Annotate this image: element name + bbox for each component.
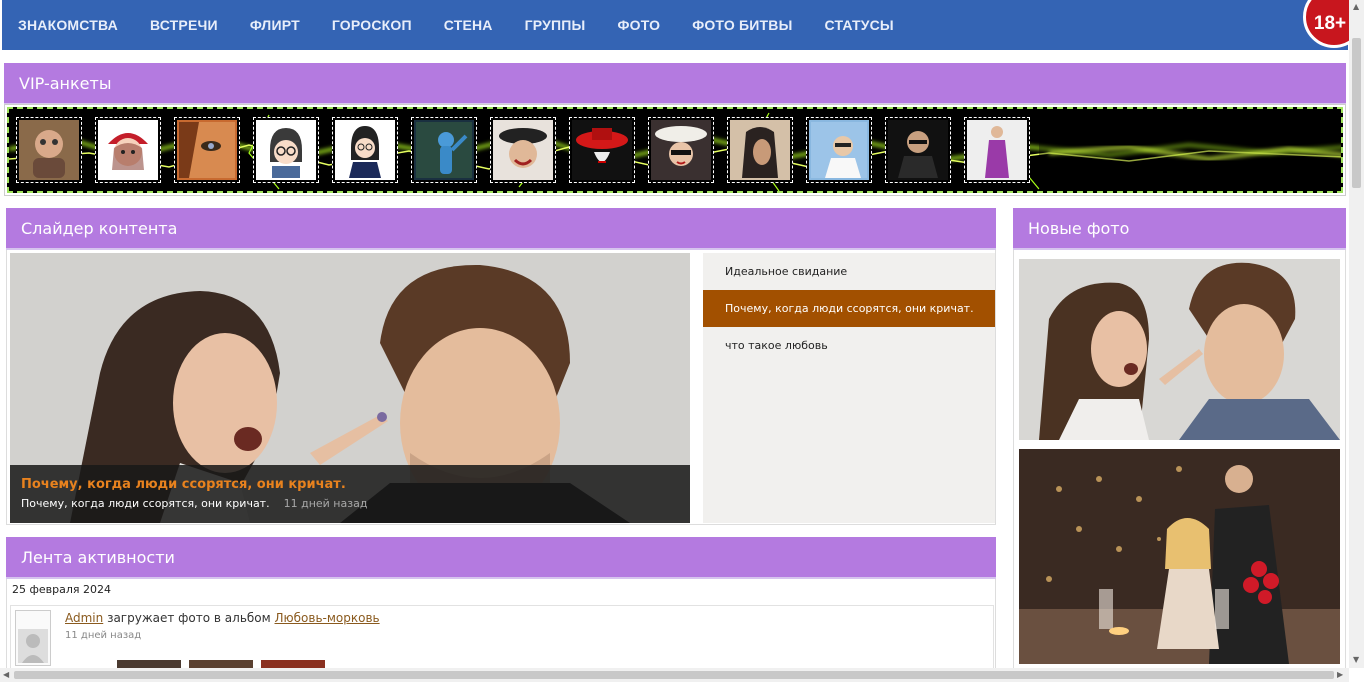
slider-item-what-is-love[interactable]: что такое любовь bbox=[703, 327, 995, 364]
vip-thumb-7[interactable] bbox=[490, 117, 556, 183]
vip-box bbox=[4, 104, 1346, 196]
slide-caption: Почему, когда люди ссорятся, они кричат.… bbox=[10, 465, 690, 523]
photos-title: Новые фото bbox=[1028, 218, 1130, 238]
horizontal-scrollbar[interactable]: ◀ ▶ bbox=[0, 668, 1349, 682]
activity-action: загружает фото в альбом bbox=[103, 611, 275, 625]
vertical-scrollbar[interactable]: ▲ ▼ bbox=[1349, 0, 1364, 668]
photo-couple-argue bbox=[1019, 259, 1340, 440]
avatar-icon bbox=[108, 133, 148, 170]
nav-item-photo-battles[interactable]: ФОТО БИТВЫ bbox=[692, 17, 792, 33]
avatar-icon bbox=[811, 122, 867, 178]
avatar-icon bbox=[179, 122, 235, 178]
avatar-icon bbox=[270, 128, 302, 178]
photo-restaurant-date bbox=[1019, 449, 1340, 664]
nav-item-groups[interactable]: ГРУППЫ bbox=[525, 17, 586, 33]
avatar-icon bbox=[576, 128, 628, 163]
vip-header: VIP-анкеты bbox=[4, 63, 1346, 105]
slider-image[interactable]: Почему, когда люди ссорятся, они кричат.… bbox=[10, 253, 690, 523]
nav-item-dating[interactable]: ЗНАКОМСТВА bbox=[18, 17, 118, 33]
new-photo-2[interactable] bbox=[1019, 449, 1340, 664]
avatar-icon bbox=[655, 126, 707, 166]
nav-item-statuses[interactable]: СТАТУСЫ bbox=[825, 17, 894, 33]
activity-text: Admin загружает фото в альбом Любовь-мор… bbox=[65, 611, 380, 625]
avatar-icon bbox=[499, 128, 547, 168]
vip-thumb-8[interactable] bbox=[569, 117, 635, 183]
vip-thumb-1[interactable] bbox=[16, 117, 82, 183]
slider-title: Слайдер контента bbox=[21, 218, 178, 238]
vertical-scroll-thumb[interactable] bbox=[1352, 38, 1361, 188]
vip-thumb-6[interactable] bbox=[411, 117, 477, 183]
nav-item-wall[interactable]: СТЕНА bbox=[444, 17, 493, 33]
horizontal-scroll-thumb[interactable] bbox=[14, 671, 1334, 679]
vip-thumb-2[interactable] bbox=[95, 117, 161, 183]
photos-header: Новые фото bbox=[1013, 208, 1346, 250]
scroll-left-icon[interactable]: ◀ bbox=[3, 670, 9, 679]
activity-ago: 11 дней назад bbox=[65, 630, 142, 641]
user-avatar[interactable] bbox=[15, 610, 51, 666]
vip-thumb-13[interactable] bbox=[964, 117, 1030, 183]
album-link[interactable]: Любовь-морковь bbox=[275, 611, 380, 625]
avatar-icon bbox=[349, 126, 381, 178]
photos-box bbox=[1013, 250, 1346, 670]
nav-item-horoscope[interactable]: ГОРОСКОП bbox=[332, 17, 412, 33]
activity-header: Лента активности bbox=[6, 537, 996, 579]
caption-ago: 11 дней назад bbox=[283, 497, 368, 510]
scroll-up-icon[interactable]: ▲ bbox=[1353, 2, 1359, 11]
vip-thumb-12[interactable] bbox=[885, 117, 951, 183]
user-link[interactable]: Admin bbox=[65, 611, 103, 625]
scroll-right-icon[interactable]: ▶ bbox=[1337, 670, 1343, 679]
slider-item-why-shout[interactable]: Почему, когда люди ссорятся, они кричат. bbox=[703, 290, 995, 327]
vip-strip bbox=[7, 107, 1343, 193]
activity-box: 25 февраля 2024 Admin загружает фото в а… bbox=[6, 579, 996, 682]
new-photo-1[interactable] bbox=[1019, 259, 1340, 440]
nav-item-photo[interactable]: ФОТО bbox=[617, 17, 660, 33]
avatar-icon bbox=[898, 131, 938, 178]
avatar-icon bbox=[33, 130, 65, 178]
caption-text: Почему, когда люди ссорятся, они кричат. bbox=[21, 497, 270, 510]
slider-box: Почему, когда люди ссорятся, они кричат.… bbox=[6, 250, 996, 525]
avatar-icon bbox=[416, 122, 472, 178]
activity-title: Лента активности bbox=[21, 547, 175, 567]
slider-item-ideal-date[interactable]: Идеальное свидание bbox=[703, 253, 995, 290]
slider-header: Слайдер контента bbox=[6, 208, 996, 250]
nav-item-meetings[interactable]: ВСТРЕЧИ bbox=[150, 17, 218, 33]
vip-thumb-5[interactable] bbox=[332, 117, 398, 183]
avatar-icon bbox=[742, 127, 778, 178]
vip-thumb-10[interactable] bbox=[727, 117, 793, 183]
page: ЗНАКОМСТВА ВСТРЕЧИ ФЛИРТ ГОРОСКОП СТЕНА … bbox=[0, 0, 1364, 682]
slider-list: Идеальное свидание Почему, когда люди сс… bbox=[703, 253, 995, 523]
vip-thumb-3[interactable] bbox=[174, 117, 240, 183]
vip-thumb-9[interactable] bbox=[648, 117, 714, 183]
activity-date: 25 февраля 2024 bbox=[12, 583, 112, 596]
vip-thumb-11[interactable] bbox=[806, 117, 872, 183]
vip-thumb-4[interactable] bbox=[253, 117, 319, 183]
caption-title[interactable]: Почему, когда люди ссорятся, они кричат. bbox=[21, 477, 679, 492]
scroll-down-icon[interactable]: ▼ bbox=[1353, 655, 1359, 664]
avatar-icon bbox=[985, 126, 1009, 178]
top-nav: ЗНАКОМСТВА ВСТРЕЧИ ФЛИРТ ГОРОСКОП СТЕНА … bbox=[2, 0, 1348, 50]
nav-item-flirt[interactable]: ФЛИРТ bbox=[250, 17, 300, 33]
user-placeholder-icon bbox=[18, 629, 48, 663]
vip-title: VIP-анкеты bbox=[19, 73, 112, 93]
caption-subtitle: Почему, когда люди ссорятся, они кричат.… bbox=[21, 497, 679, 510]
